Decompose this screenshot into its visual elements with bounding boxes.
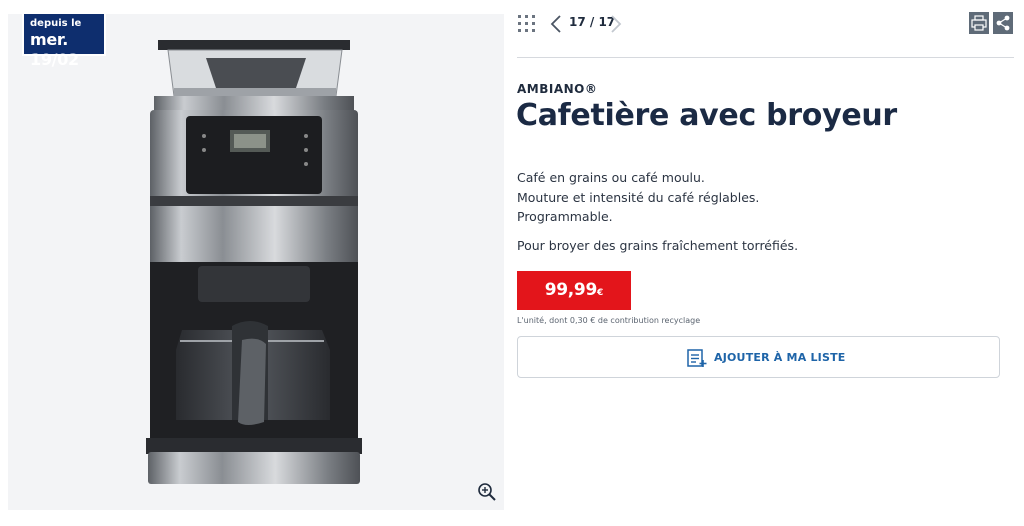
add-to-list-icon [687, 349, 707, 367]
product-page: depuis le mer. 19/02 17 / 17 AMBIANO® Ca… [0, 0, 1024, 526]
badge-line1: depuis le [30, 18, 82, 29]
product-brand: AMBIANO® [517, 82, 598, 96]
chevron-left-icon[interactable] [549, 14, 563, 34]
header-divider [517, 57, 1014, 58]
share-icon[interactable] [993, 12, 1013, 34]
product-image[interactable] [146, 40, 362, 486]
price-tag: 99,99€ [517, 271, 631, 310]
price-value: 99,99 [544, 280, 598, 300]
zoom-in-icon[interactable] [476, 481, 498, 503]
price-currency: € [597, 288, 604, 298]
add-to-list-button[interactable]: AJOUTER À MA LISTE [517, 336, 1000, 378]
product-tagline: Pour broyer des grains fraîchement torré… [517, 238, 799, 253]
description-line: Programmable. [517, 209, 613, 224]
description-line: Mouture et intensité du café réglables. [517, 189, 760, 205]
price-note: L'unité, dont 0,30 € de contribution rec… [517, 316, 701, 325]
product-title: Cafetière avec broyeur [516, 98, 897, 133]
description-line: Café en grains ou café moulu. [517, 170, 705, 185]
product-description: Café en grains ou café moulu. Mouture et… [517, 168, 759, 227]
product-image-panel: depuis le mer. 19/02 [8, 14, 504, 510]
print-icon[interactable] [969, 12, 989, 34]
grid-icon[interactable] [517, 14, 537, 34]
gallery-toolbar: 17 / 17 [517, 12, 1014, 38]
badge-date: mer. 19/02 [30, 30, 79, 69]
availability-date-badge: depuis le mer. 19/02 [22, 14, 106, 69]
chevron-right-icon[interactable] [609, 14, 623, 34]
add-to-list-label: AJOUTER À MA LISTE [714, 351, 846, 364]
